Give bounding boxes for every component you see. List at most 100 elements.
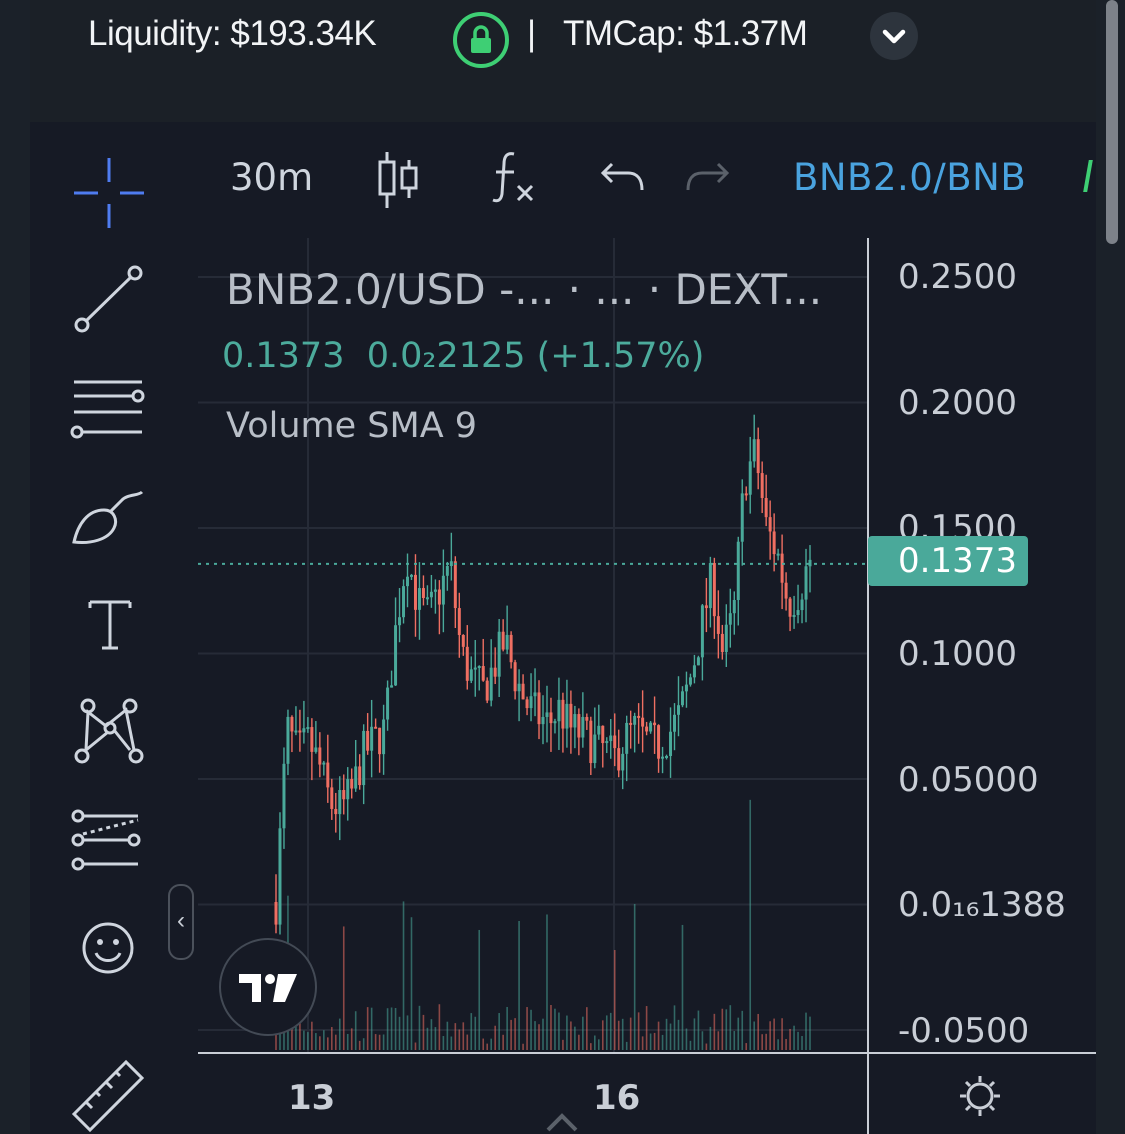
candle-body	[716, 616, 720, 634]
candle-body	[629, 722, 633, 725]
candle-body	[577, 714, 581, 738]
volume-bar	[761, 1034, 763, 1050]
volume-bar	[741, 1010, 744, 1050]
volume-bar	[594, 1035, 596, 1050]
candle-body	[477, 666, 481, 669]
candle-body	[481, 666, 485, 681]
candle-body	[541, 716, 545, 725]
candle-body	[350, 779, 354, 789]
volume-bar	[617, 1020, 620, 1050]
volume-bar	[558, 1012, 560, 1050]
tradingview-logo[interactable]	[219, 938, 317, 1036]
candle-body	[489, 667, 493, 701]
volume-bar	[733, 1031, 736, 1050]
candle-body	[680, 691, 684, 706]
volume-bar	[398, 1016, 401, 1050]
candle-body	[354, 766, 358, 789]
volume-bar	[307, 1032, 309, 1050]
candle-body	[732, 599, 736, 614]
volume-bar	[478, 929, 481, 1050]
chart-settings-gear-icon[interactable]	[958, 1074, 1002, 1118]
volume-bar	[454, 1023, 457, 1050]
candle-body	[724, 624, 728, 652]
legend-values: 0.1373 0.0₂2125 (+1.57%)	[222, 336, 704, 376]
candle-body	[645, 726, 649, 732]
candle-body	[545, 712, 549, 717]
candle-body	[609, 735, 613, 742]
candle-body	[633, 715, 637, 725]
candle-body	[688, 677, 692, 685]
volume-bar	[406, 1015, 409, 1050]
volume-bar	[370, 1007, 373, 1050]
candle-body	[768, 517, 772, 532]
volume-bar	[745, 1043, 748, 1050]
legend-change: 0.0₂2125	[366, 336, 526, 376]
candle-body	[780, 553, 784, 583]
candle-body	[473, 667, 477, 670]
volume-bar	[498, 1013, 500, 1050]
candle-body	[665, 755, 669, 758]
volume-bar	[554, 1008, 556, 1050]
candle-body	[501, 631, 505, 650]
candle-body	[374, 726, 378, 729]
volume-bar	[502, 1034, 504, 1050]
volume-bar	[753, 1021, 756, 1050]
candle-body	[557, 699, 561, 722]
candle-body	[772, 531, 776, 555]
candle-body	[318, 747, 322, 765]
candle-body	[573, 714, 577, 728]
volume-bar	[789, 1028, 791, 1050]
candle-body	[569, 703, 573, 728]
legend-volume-indicator[interactable]: Volume SMA 9	[226, 406, 477, 446]
candle-body	[712, 563, 716, 617]
volume-bar	[681, 924, 684, 1050]
volume-bar	[430, 1019, 433, 1050]
volume-bar	[542, 1018, 544, 1050]
candle-body	[621, 753, 625, 771]
volume-bar	[358, 1040, 361, 1050]
candle-body	[326, 762, 330, 788]
candle-body	[505, 634, 509, 650]
volume-bar	[534, 1021, 536, 1050]
candle-body	[653, 722, 657, 726]
volume-bar	[605, 1015, 608, 1050]
volume-bar	[462, 1022, 465, 1050]
volume-bar	[597, 1039, 600, 1050]
volume-bar	[526, 1007, 528, 1050]
candle-body	[637, 715, 641, 718]
candle-body	[282, 763, 286, 829]
volume-bar	[338, 1018, 341, 1050]
candle-body	[402, 586, 406, 618]
volume-bar	[330, 1027, 333, 1050]
volume-bar	[609, 1012, 612, 1050]
candle-body	[784, 582, 788, 599]
candle-body	[517, 683, 521, 692]
candle-body	[509, 634, 513, 663]
candle-body	[676, 705, 680, 715]
volume-bar	[705, 1043, 708, 1050]
volume-bar	[773, 1018, 775, 1050]
chevron-up-icon[interactable]	[544, 1110, 580, 1134]
price-axis-label: -0.0500	[898, 1011, 1030, 1051]
collapse-toolbar-button[interactable]: ‹	[168, 884, 194, 960]
volume-bar	[785, 1038, 787, 1050]
candle-body	[358, 766, 362, 786]
volume-bar	[418, 1005, 421, 1050]
legend-symbol-title[interactable]: BNB2.0/USD -... · ... · DEXT...	[226, 265, 822, 314]
candle-body	[306, 727, 310, 730]
candle-body	[800, 599, 804, 611]
volume-bar	[482, 1038, 485, 1050]
price-axis-label: 0.1000	[898, 634, 1017, 674]
volume-bar	[689, 1040, 692, 1050]
volume-bar	[757, 1013, 759, 1050]
volume-bar	[414, 1042, 417, 1050]
volume-bar	[601, 1020, 604, 1050]
volume-bar	[323, 1030, 325, 1050]
volume-bar	[366, 1007, 369, 1050]
volume-bar	[574, 1026, 576, 1050]
volume-bar	[342, 926, 345, 1050]
volume-bar	[486, 1043, 489, 1050]
candle-body	[581, 716, 585, 738]
candle-body	[485, 680, 489, 701]
candle-body	[461, 634, 465, 647]
